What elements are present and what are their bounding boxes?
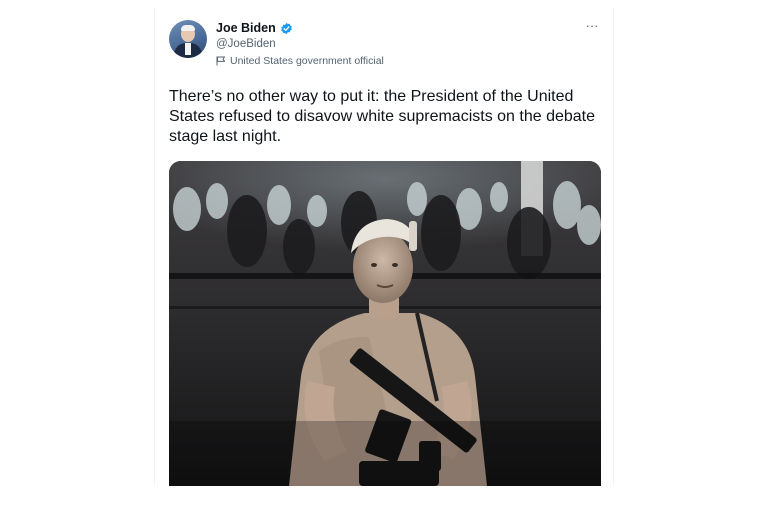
more-options-glyph: ··· — [585, 17, 599, 33]
tweet-card[interactable]: Joe Biden @JoeBiden United States govern… — [154, 8, 614, 486]
more-options-icon[interactable]: ··· — [583, 18, 601, 32]
media-photo-illustration — [169, 161, 601, 486]
account-label: United States government official — [216, 55, 384, 67]
author-handle[interactable]: @JoeBiden — [216, 38, 276, 50]
verified-badge-icon — [280, 22, 292, 34]
author-name-row[interactable]: Joe Biden — [216, 21, 293, 35]
page: Joe Biden @JoeBiden United States govern… — [0, 0, 762, 508]
avatar-shirt — [185, 43, 191, 55]
avatar-hair — [181, 25, 195, 31]
author-display-name[interactable]: Joe Biden — [216, 21, 276, 35]
avatar[interactable] — [169, 20, 207, 58]
tweet-text: There’s no other way to put it: the Pres… — [169, 88, 596, 145]
flag-icon — [216, 56, 225, 66]
account-label-text: United States government official — [230, 55, 384, 67]
tweet-media-photo[interactable] — [169, 161, 601, 486]
